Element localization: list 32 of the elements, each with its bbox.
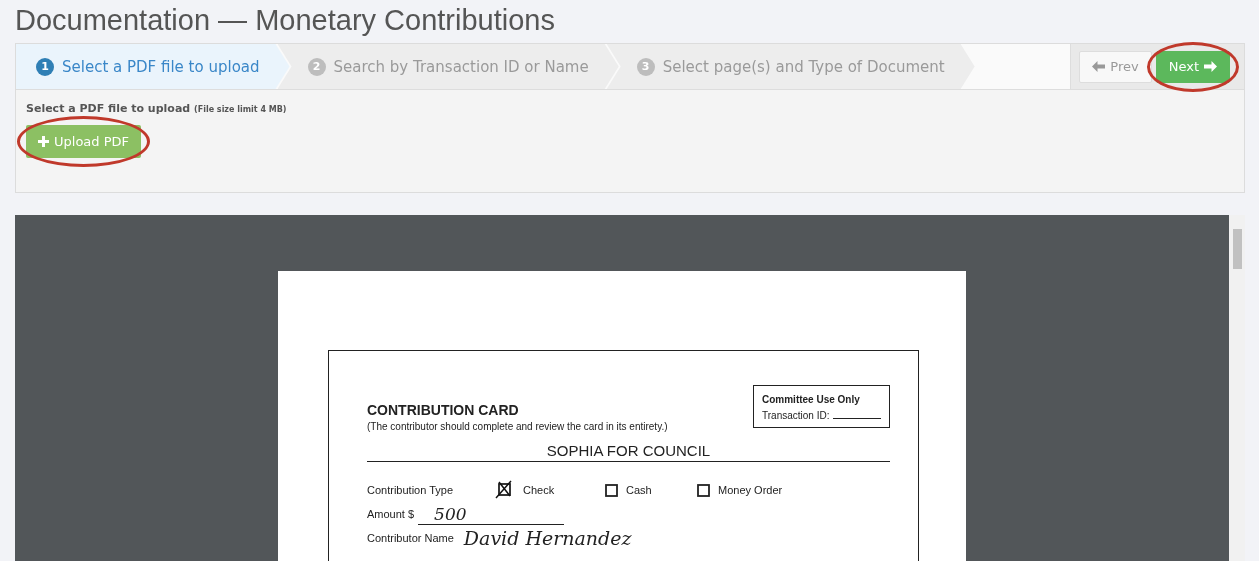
step-number: 2	[307, 57, 326, 76]
upload-label: Select a PDF file to upload (File size limit 4 MB)	[26, 102, 287, 115]
wizard-step-tab[interactable]: 3 Select page(s) and Type of Document	[606, 44, 975, 89]
plus-icon	[38, 136, 49, 147]
option-label: Money Order	[718, 484, 783, 496]
arrow-right-icon	[1204, 61, 1217, 72]
wizard-step-tab[interactable]: 2 Search by Transaction ID or Name	[277, 44, 619, 89]
field-label: Contributor Name	[367, 532, 454, 544]
step-number: 3	[636, 57, 655, 76]
handwritten-name: David Hernandez	[463, 527, 632, 549]
step-label: Select page(s) and Type of Document	[662, 57, 945, 76]
upload-button[interactable]: Upload PDF	[26, 125, 141, 158]
card-heading: CONTRIBUTION CARD	[367, 402, 520, 418]
page-title: Documentation — Monetary Contributions	[15, 4, 556, 37]
wizard-step-tab[interactable]: 1 Select a PDF file to upload	[16, 44, 290, 89]
campaign-name: SOPHIA FOR COUNCIL	[367, 432, 890, 462]
scrollbar[interactable]	[1229, 215, 1245, 561]
option-label: Check	[523, 484, 555, 496]
field-label: Amount $	[367, 508, 415, 520]
field-label: Transaction ID:	[762, 410, 830, 421]
arrow-left-icon	[1092, 61, 1106, 72]
option-label: Cash	[626, 484, 652, 496]
card-subheading: (The contributor should complete and review the card in its entirety.)	[367, 421, 668, 432]
field-label: Contribution Type	[367, 484, 455, 496]
step-number: 1	[36, 57, 54, 76]
next-button[interactable]: Next	[1155, 50, 1230, 83]
step-label: Search by Transaction ID or Name	[333, 57, 589, 76]
committee-title: Committee Use Only	[762, 394, 861, 405]
fill-in-line	[833, 418, 881, 419]
step-label: Select a PDF file to upload	[62, 57, 260, 76]
prev-button[interactable]: Prev	[1079, 50, 1152, 83]
handwritten-amount: 500	[418, 503, 565, 525]
